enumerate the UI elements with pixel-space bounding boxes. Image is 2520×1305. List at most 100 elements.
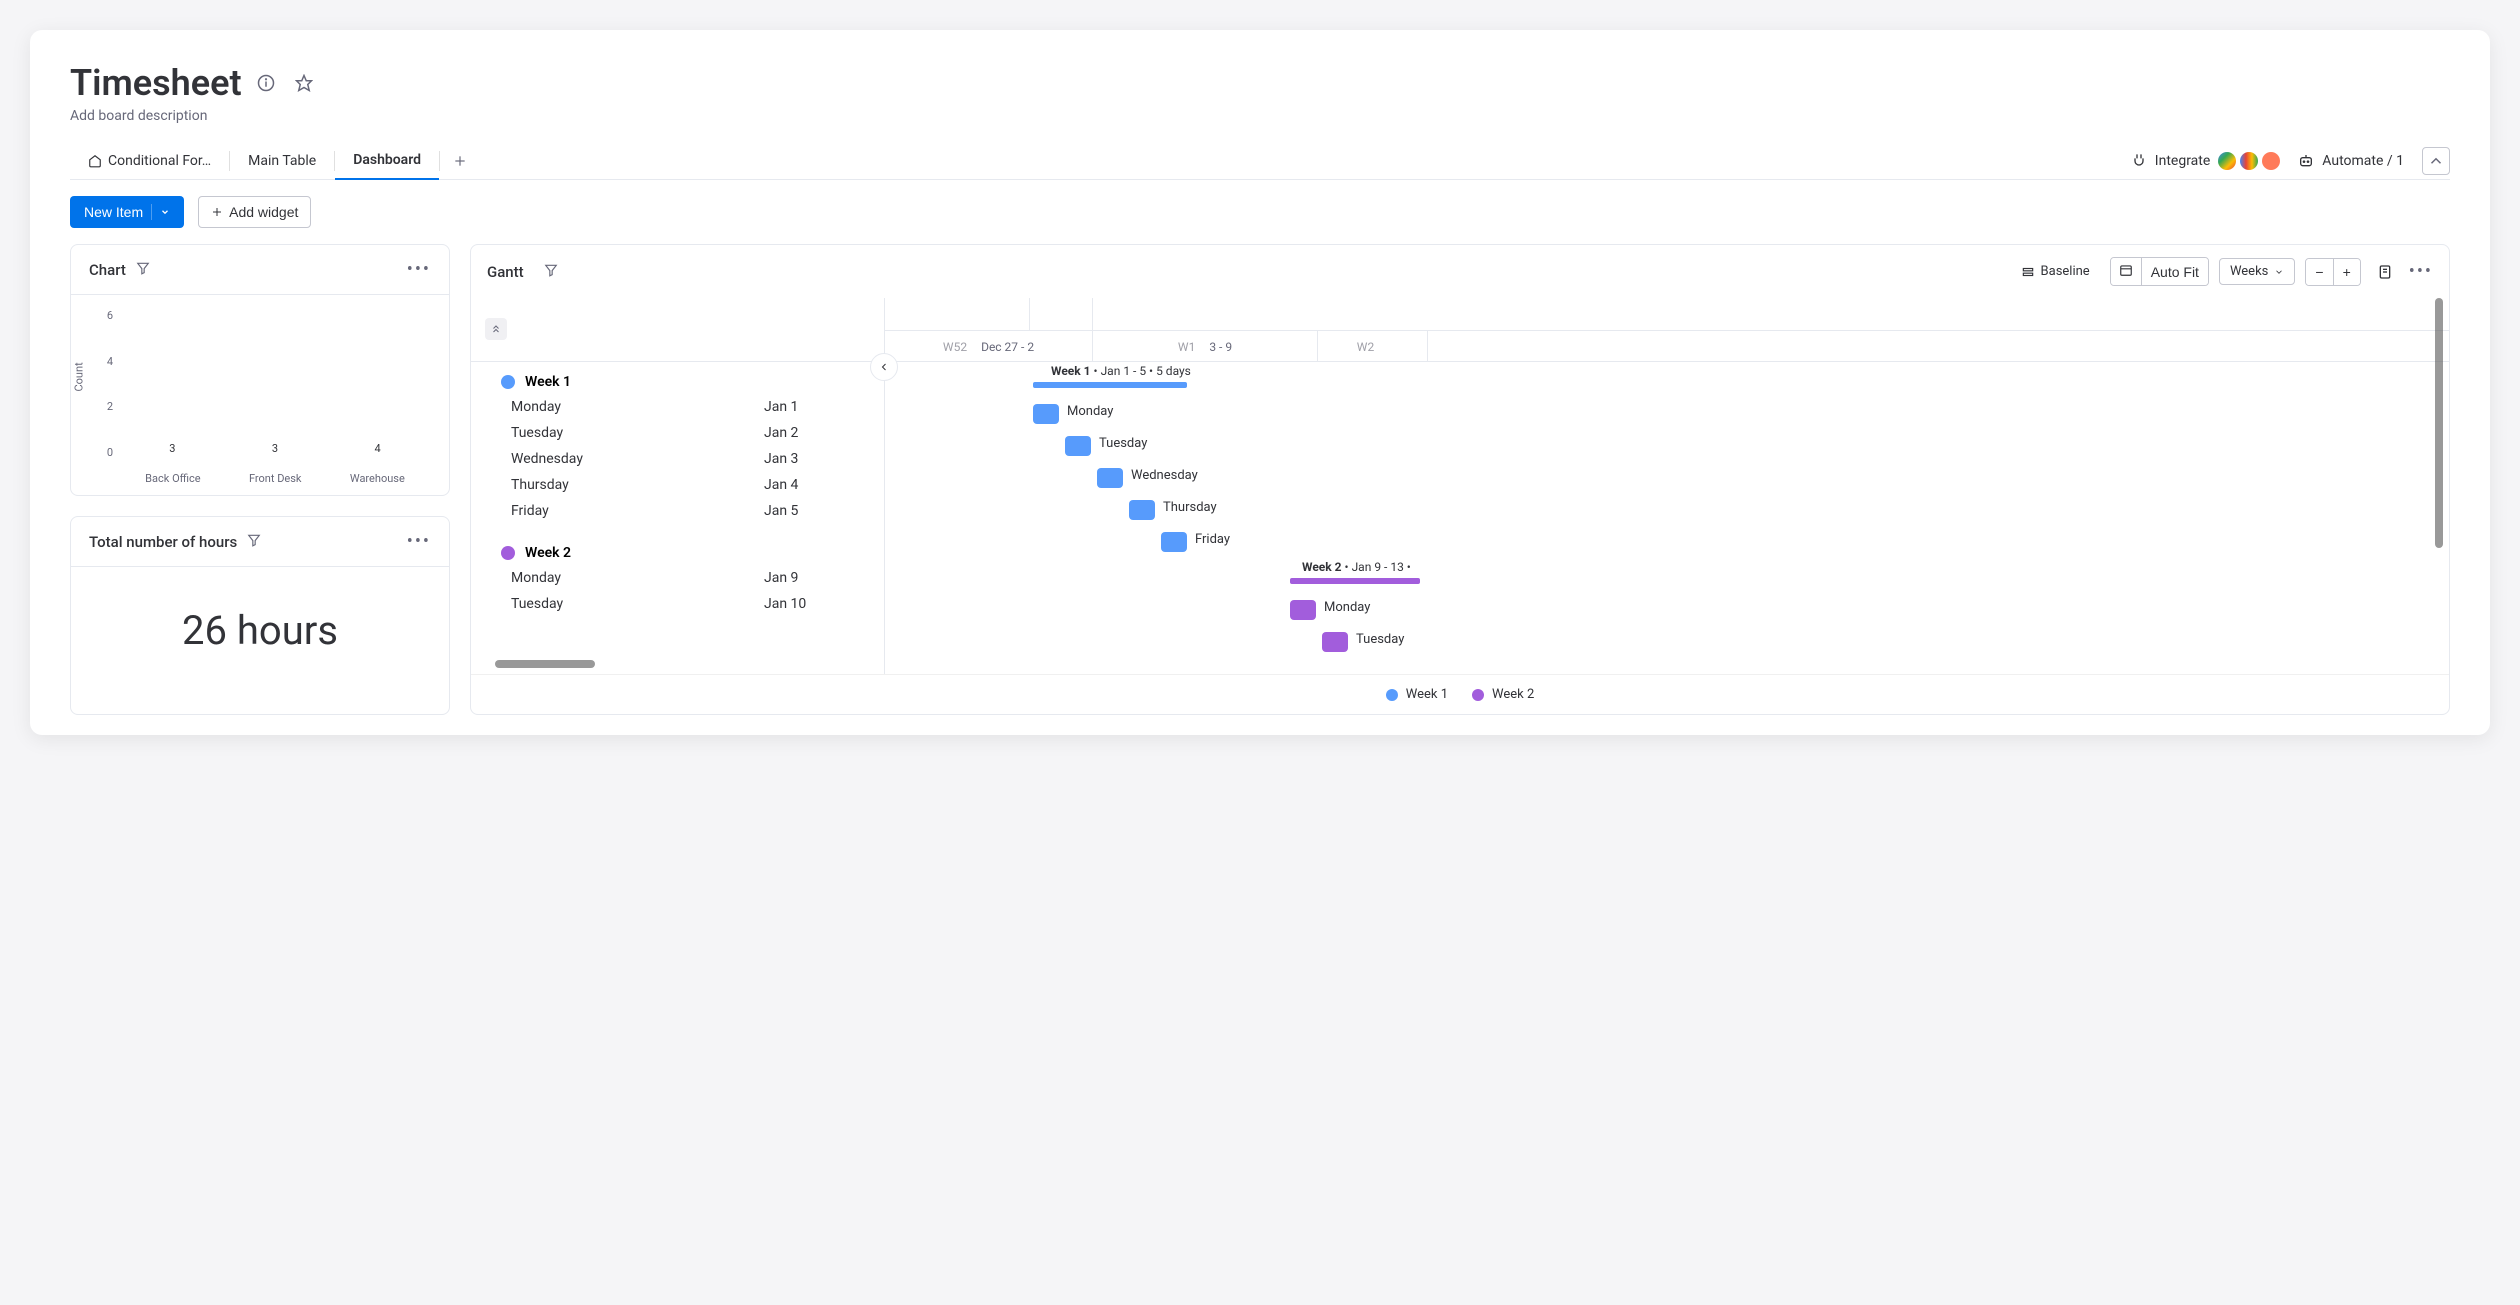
task-name: Tuesday (511, 596, 764, 612)
hours-title: Total number of hours (89, 533, 237, 551)
x-label: Front Desk (249, 472, 302, 485)
gantt-bar[interactable] (1161, 532, 1187, 552)
collapse-all-icon[interactable] (485, 318, 507, 340)
gantt-task-row[interactable]: MondayJan 1 (471, 394, 884, 420)
more-icon[interactable]: ••• (407, 259, 431, 280)
collapse-header-icon[interactable] (2422, 147, 2450, 175)
task-date: Jan 9 (764, 570, 844, 586)
task-name: Wednesday (511, 451, 764, 467)
gantt-group: Week 2MondayJan 9TuesdayJan 10 (471, 533, 884, 626)
gantt-timeline[interactable]: W52Dec 27 - 2W13 - 9W2 Week 1 • Jan 1 - … (885, 298, 2449, 674)
task-name: Monday (511, 399, 764, 415)
plus-icon (211, 206, 223, 218)
gantt-bar-label: Monday (1067, 404, 1113, 419)
board-title: Timesheet (70, 62, 242, 104)
gantt-widget: Gantt Baseline Auto Fit (470, 244, 2450, 715)
gantt-bar[interactable] (1033, 404, 1059, 424)
gantt-task-row[interactable]: TuesdayJan 10 (471, 591, 884, 617)
gantt-legend: Week 1 Week 2 (471, 674, 2449, 714)
plug-icon (2131, 153, 2147, 169)
task-date: Jan 1 (764, 399, 844, 415)
tab-main-table[interactable]: Main Table (230, 143, 334, 179)
horizontal-scrollbar[interactable] (495, 660, 595, 668)
filter-icon[interactable] (136, 260, 150, 279)
legend-item[interactable]: Week 2 (1472, 687, 1534, 702)
filter-icon[interactable] (544, 262, 558, 281)
today-button[interactable] (2111, 258, 2141, 285)
vertical-scrollbar[interactable] (2435, 298, 2443, 548)
gantt-bar-label: Thursday (1163, 500, 1217, 515)
scale-select[interactable]: Weeks (2219, 258, 2295, 285)
task-date: Jan 2 (764, 425, 844, 441)
new-item-button[interactable]: New Item (70, 196, 184, 228)
group-color-dot (501, 375, 515, 389)
autofit-button[interactable]: Auto Fit (2141, 258, 2208, 285)
gantt-task-row[interactable]: ThursdayJan 4 (471, 472, 884, 498)
legend-label: Week 1 (1406, 687, 1448, 702)
gantt-task-row[interactable]: TuesdayJan 2 (471, 420, 884, 446)
tab-conditional[interactable]: Conditional For… (70, 143, 229, 179)
add-tab-button[interactable] (446, 147, 474, 175)
bar-value: 3 (272, 442, 278, 455)
board-subtitle[interactable]: Add board description (70, 108, 2450, 124)
y-tick: 2 (101, 400, 113, 413)
bar-back-office[interactable]: 3 (144, 442, 200, 459)
gantt-bar-row: Monday (885, 594, 2449, 626)
info-icon[interactable] (252, 69, 280, 97)
gantt-task-row[interactable]: WednesdayJan 3 (471, 446, 884, 472)
bar-value: 4 (375, 442, 381, 455)
legend-item[interactable]: Week 1 (1386, 687, 1448, 702)
task-date: Jan 3 (764, 451, 844, 467)
gantt-bar[interactable] (1322, 632, 1348, 652)
home-icon (88, 154, 102, 168)
summary-bar[interactable] (1290, 578, 1420, 584)
summary-bar[interactable] (1033, 382, 1187, 388)
bar-front-desk[interactable]: 3 (247, 442, 303, 459)
x-label: Back Office (145, 472, 200, 485)
add-widget-button[interactable]: Add widget (198, 196, 311, 228)
chart-widget-header: Chart ••• (71, 245, 449, 295)
integration-icons (2218, 152, 2280, 170)
gantt-controls: Baseline Auto Fit Weeks − + (2011, 257, 2433, 286)
task-date: Jan 4 (764, 477, 844, 493)
zoom-in-button[interactable]: + (2333, 259, 2360, 285)
more-icon[interactable]: ••• (2409, 261, 2433, 282)
tab-dashboard[interactable]: Dashboard (335, 142, 439, 180)
star-icon[interactable] (290, 69, 318, 97)
gantt-task-row[interactable]: FridayJan 5 (471, 498, 884, 524)
gmail-icon (2240, 152, 2258, 170)
task-name: Monday (511, 570, 764, 586)
chart-body: Count 6 4 2 0 334 Back OfficeFront DeskW… (71, 295, 449, 495)
app-container: Timesheet Add board description Conditio… (30, 30, 2490, 735)
chevron-down-icon[interactable] (151, 204, 170, 220)
gantt-bar[interactable] (1065, 436, 1091, 456)
gantt-bar[interactable] (1290, 600, 1316, 620)
gantt-task-row[interactable]: MondayJan 9 (471, 565, 884, 591)
scroll-left-button[interactable] (870, 353, 898, 381)
robot-icon (2298, 153, 2314, 169)
summary-label: Week 2 • Jan 9 - 13 • (1302, 560, 1411, 574)
gantt-group-head[interactable]: Week 1 (471, 370, 884, 394)
more-icon[interactable]: ••• (407, 531, 431, 552)
gantt-group-head[interactable]: Week 2 (471, 541, 884, 565)
gantt-bar-label: Wednesday (1131, 468, 1198, 483)
tabs-bar: Conditional For… Main Table Dashboard In… (70, 142, 2450, 180)
gantt-summary-row: Week 1 • Jan 1 - 5 • 5 days (885, 362, 2449, 398)
chevron-down-icon (2274, 267, 2284, 277)
baseline-button[interactable]: Baseline (2011, 259, 2100, 284)
gantt-bar[interactable] (1129, 500, 1155, 520)
task-name: Thursday (511, 477, 764, 493)
automate-button[interactable]: Automate / 1 (2298, 153, 2404, 169)
zoom-out-button[interactable]: − (2306, 259, 2332, 285)
task-date: Jan 5 (764, 503, 844, 519)
tab-divider (439, 151, 440, 171)
gantt-bar[interactable] (1097, 468, 1123, 488)
bar-warehouse[interactable]: 4 (350, 442, 406, 459)
task-name: Tuesday (511, 425, 764, 441)
y-axis: 6 4 2 0 (101, 309, 113, 459)
gantt-bar-label: Monday (1324, 600, 1370, 615)
export-button[interactable] (2371, 259, 2399, 285)
summary-label: Week 1 • Jan 1 - 5 • 5 days (1051, 364, 1191, 378)
integrate-button[interactable]: Integrate (2131, 152, 2281, 170)
filter-icon[interactable] (247, 532, 261, 551)
